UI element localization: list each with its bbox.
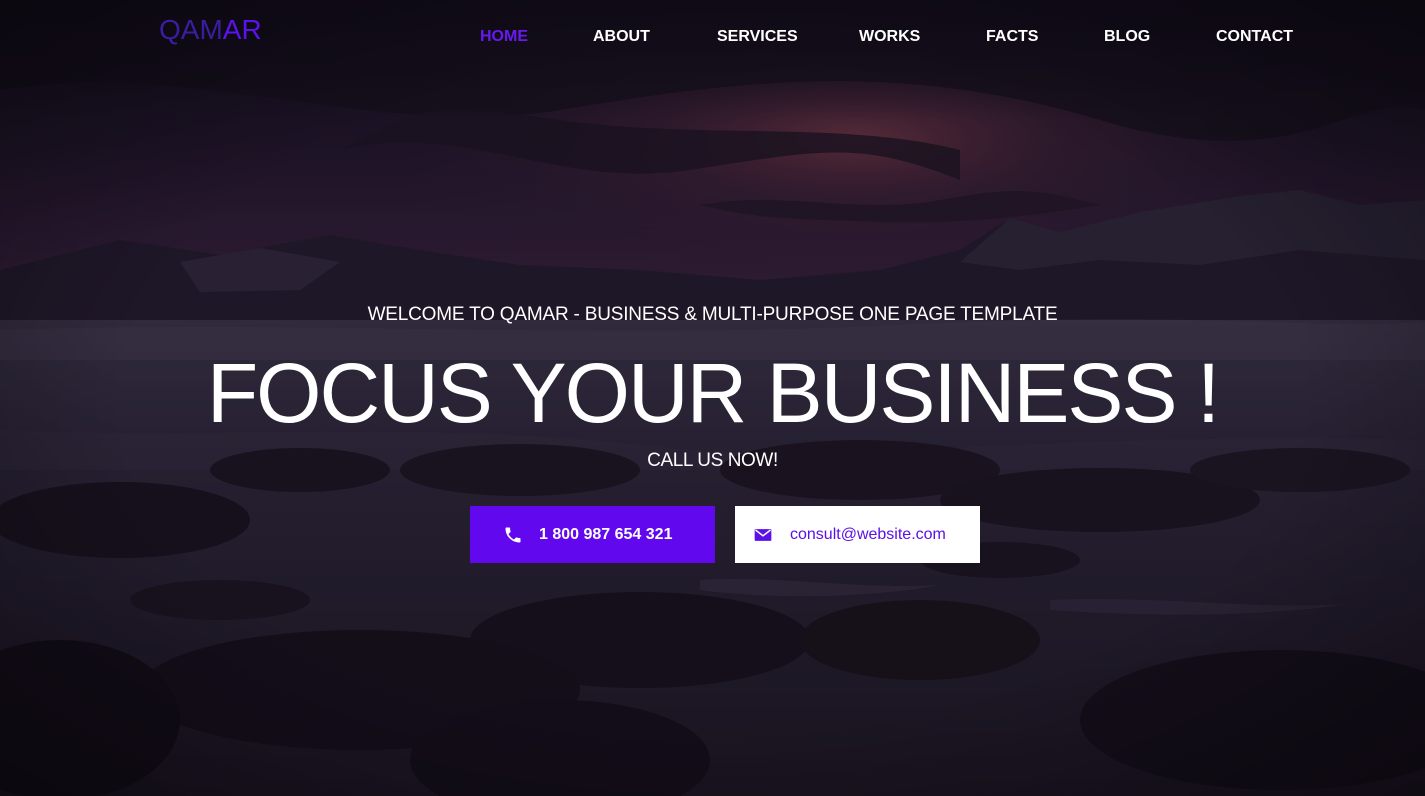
phone-button-label: 1 800 987 654 321 [539,525,673,543]
hero-call-to-action-text: CALL US NOW! [647,450,778,471]
phone-icon [503,525,523,545]
nav-item-contact[interactable]: CONTACT [1216,27,1293,47]
email-button-label: consult@website.com [790,525,946,543]
nav-item-about[interactable]: ABOUT [593,27,650,47]
phone-button[interactable]: 1 800 987 654 321 [470,506,715,563]
main-nav: HOME ABOUT SERVICES WORKS FACTS BLOG CON… [0,0,1425,72]
envelope-icon [753,525,773,545]
nav-item-services[interactable]: SERVICES [717,27,798,47]
hero-headline: FOCUS YOUR BUSINESS ! [206,346,1220,440]
hero-section: QAMAR HOME ABOUT SERVICES WORKS FACTS BL… [0,0,1425,796]
nav-item-works[interactable]: WORKS [859,27,920,47]
nav-item-blog[interactable]: BLOG [1104,27,1150,47]
hero-welcome-text: WELCOME TO QAMAR - BUSINESS & MULTI-PURP… [367,304,1058,325]
nav-item-facts[interactable]: FACTS [986,27,1038,47]
email-button[interactable]: consult@website.com [735,506,980,563]
top-navbar: QAMAR HOME ABOUT SERVICES WORKS FACTS BL… [0,0,1425,72]
nav-item-home[interactable]: HOME [480,27,528,47]
